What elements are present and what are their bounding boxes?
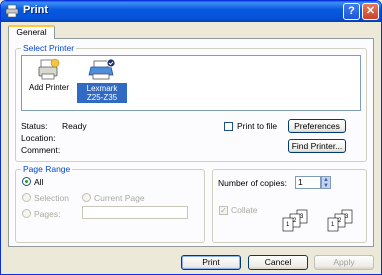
tab-general[interactable]: General [8,25,55,39]
lexmark-printer-label: Lexmark Z25-Z35 [77,83,127,103]
page-range-group: Page Range All Selection Current Page Pa… [15,164,205,243]
page-range-label: Page Range [21,164,73,174]
print-to-file-checkbox[interactable] [224,122,233,131]
print-dialog: Print ? ✕ General Select Printer Add Pri… [0,0,382,275]
collate-checkbox[interactable]: ✓ [219,206,228,215]
copies-spinner[interactable]: ▲ ▼ [321,176,331,189]
copies-input[interactable]: 1 [295,176,321,189]
printer-item-add-printer[interactable]: Add Printer [24,58,74,92]
apply-button[interactable]: Apply [314,255,374,270]
status-value: Ready [62,121,87,131]
location-label: Location: [21,133,56,143]
current-page-radio[interactable] [82,193,91,202]
copies-group: Number of copies: 1 ▲ ▼ ✓ Collate 3 2 1 3… [212,169,367,243]
pages-label[interactable]: Pages: [34,209,60,219]
close-button[interactable]: ✕ [362,3,379,20]
printer-item-lexmark[interactable]: Lexmark Z25-Z35 [77,58,127,103]
collate-pages-icon: 3 2 1 3 2 1 [282,209,353,232]
general-tab-panel: Select Printer Add Printer Lexmark Z25-Z… [8,38,374,247]
collate-label[interactable]: Collate [231,205,257,215]
cancel-button[interactable]: Cancel [248,255,308,270]
title-bar: Print ? ✕ [1,1,381,22]
comment-label: Comment: [21,145,61,155]
all-label[interactable]: All [34,177,43,187]
find-printer-button[interactable]: Find Printer... [288,139,346,153]
print-button[interactable]: Print [181,255,241,270]
copies-label: Number of copies: [218,178,287,188]
add-printer-icon [38,58,60,80]
print-to-file-label[interactable]: Print to file [237,121,277,131]
all-radio[interactable] [22,177,31,186]
pages-input[interactable] [82,206,188,219]
select-printer-group: Select Printer Add Printer Lexmark Z25-Z… [15,43,367,162]
printer-icon [5,4,19,18]
status-label: Status: [21,121,48,131]
select-printer-label: Select Printer [21,43,77,53]
help-button[interactable]: ? [343,3,360,20]
preferences-button[interactable]: Preferences [288,119,346,133]
lexmark-printer-icon [88,58,116,80]
printer-list[interactable]: Add Printer Lexmark Z25-Z35 [21,55,361,111]
window-title: Print [23,4,49,16]
add-printer-label: Add Printer [28,83,70,92]
selection-label[interactable]: Selection [34,193,69,203]
current-page-label[interactable]: Current Page [94,193,145,203]
selection-radio[interactable] [22,193,31,202]
pages-radio[interactable] [22,209,31,218]
